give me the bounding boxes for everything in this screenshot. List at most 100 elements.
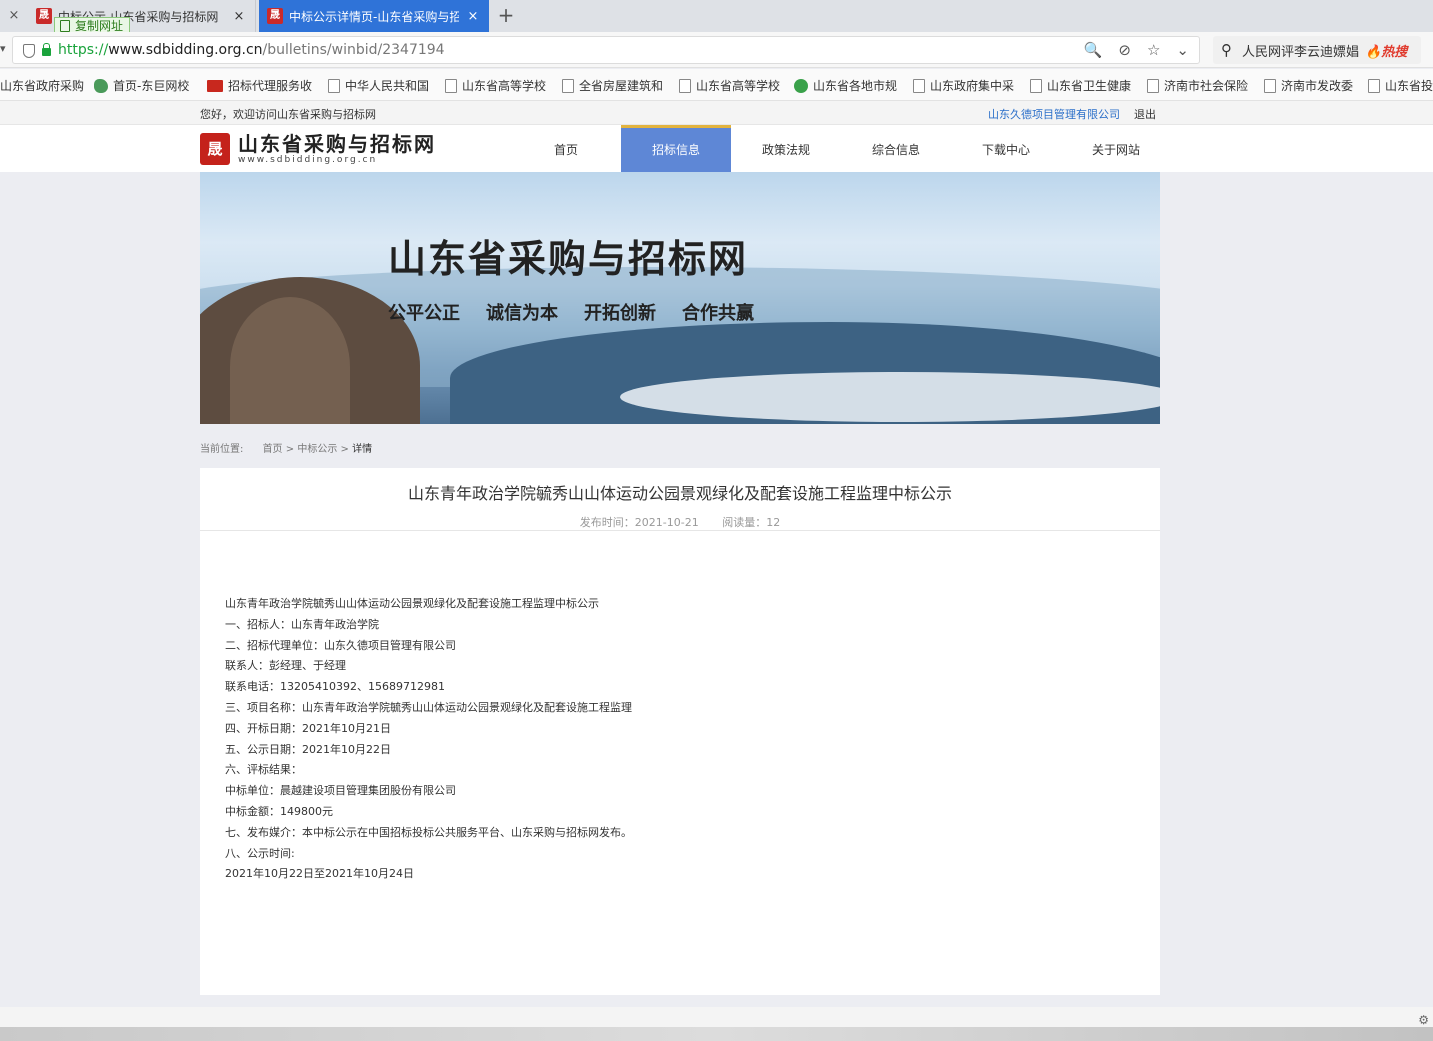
breadcrumb-bulletins[interactable]: 中标公示 <box>297 444 337 455</box>
article-line: 八、公示时间: <box>225 846 295 860</box>
page-icon <box>679 78 691 93</box>
back-icon[interactable]: ▾ <box>0 42 8 55</box>
nav-downloads[interactable]: 下载中心 <box>951 125 1061 172</box>
url-text[interactable]: https://www.sdbidding.org.cn/bulletins/w… <box>58 42 445 58</box>
article-line: 联系人：彭经理、于经理 <box>225 659 346 673</box>
article-meta: 发布时间：2021-10-21 阅读量：12 <box>200 514 1160 530</box>
close-tab-icon[interactable]: × <box>231 9 247 24</box>
breadcrumb-separator: > <box>340 444 349 455</box>
article-body: 山东青年政治学院毓秀山山体运动公园景观绿化及配套设施工程监理中标公示 一、招标人… <box>225 594 1125 885</box>
search-icon: ⚲ <box>1221 41 1232 59</box>
settings-gear-icon[interactable]: ⚙ <box>1418 1013 1429 1027</box>
bookmark-item[interactable]: 山东省各地市规 <box>794 77 897 94</box>
bottom-band <box>0 1027 1433 1041</box>
bookmark-item[interactable]: 济南市社会保险 <box>1147 77 1248 94</box>
hero-banner: 山东省采购与招标网 公平公正 诚信为本 开拓创新 合作共赢 <box>200 172 1160 424</box>
page-icon <box>913 78 925 93</box>
bookmark-favicon-icon <box>207 79 223 92</box>
slogan: 开拓创新 <box>584 303 656 324</box>
slogan: 公平公正 <box>388 303 460 324</box>
bookmark-favicon-icon <box>94 78 108 93</box>
article-title: 山东青年政治学院毓秀山山体运动公园景观绿化及配套设施工程监理中标公示 <box>407 484 952 503</box>
article-line: 七、发布媒介：本中标公示在中国招标投标公共服务平台、山东采购与招标网发布。 <box>225 825 632 839</box>
banner-clouds <box>620 372 1160 422</box>
copy-icon <box>60 20 70 32</box>
nav-home[interactable]: 首页 <box>511 125 621 172</box>
page-icon <box>445 78 457 93</box>
breadcrumb-label: 当前位置: <box>200 444 244 455</box>
article-line: 中标单位：晨越建设项目管理集团股份有限公司 <box>225 784 456 798</box>
site-favicon-icon: 晟 <box>36 8 52 24</box>
logout-link[interactable]: 退出 <box>1134 106 1156 122</box>
page-icon <box>328 78 340 93</box>
bookmark-item[interactable]: 济南市发改委 <box>1264 77 1353 94</box>
nav-general-info[interactable]: 综合信息 <box>841 125 951 172</box>
breadcrumb-separator: > <box>285 444 295 455</box>
chevron-down-icon[interactable]: ⌄ <box>1176 41 1189 59</box>
banner-title: 山东省采购与招标网 <box>388 236 749 281</box>
bookmark-item[interactable]: 首页-东巨网校 <box>94 77 189 94</box>
page-icon <box>1368 78 1380 93</box>
tab-title: 中标公示详情页-山东省采购与招 <box>289 9 459 24</box>
url-field[interactable]: https://www.sdbidding.org.cn/bulletins/w… <box>12 36 1200 64</box>
bookmark-item[interactable]: 山东省投 <box>1368 77 1433 94</box>
tab-close-icon[interactable]: × <box>0 0 28 32</box>
site-header: 晟 山东省采购与招标网 www.sdbidding.org.cn 首页 招标信息… <box>0 125 1433 172</box>
site-top-bar: 您好，欢迎访问山东省采购与招标网 山东久德项目管理有限公司 退出 <box>0 101 1433 125</box>
compat-mode-icon[interactable]: ⊘ <box>1118 41 1131 59</box>
logo-emblem-icon: 晟 <box>200 133 230 165</box>
copy-url-label: 复制网址 <box>75 19 124 33</box>
search-suggestion: 人民网评李云迪嫖娼 <box>1242 44 1360 60</box>
breadcrumb-home[interactable]: 首页 <box>263 444 283 455</box>
browser-tab-detail[interactable]: 晟 中标公示详情页-山东省采购与招 × <box>259 0 489 32</box>
bookmark-item[interactable]: 全省房屋建筑和 <box>562 77 663 94</box>
article-line: 四、开标日期：2021年10月21日 <box>225 721 391 735</box>
page-icon <box>1030 78 1042 93</box>
publish-time: 发布时间：2021-10-21 <box>579 516 699 529</box>
nav-about[interactable]: 关于网站 <box>1061 125 1171 172</box>
article-line: 三、项目名称：山东青年政治学院毓秀山山体运动公园景观绿化及配套设施工程监理 <box>225 700 632 714</box>
article-line: 中标金额：149800元 <box>225 804 333 818</box>
close-tab-icon[interactable]: × <box>465 9 481 24</box>
logo-title: 山东省采购与招标网 <box>238 132 436 156</box>
bookmark-favicon-icon <box>794 78 808 93</box>
article-line: 山东青年政治学院毓秀山山体运动公园景观绿化及配套设施工程监理中标公示 <box>225 597 599 610</box>
bookmark-item[interactable]: 中华人民共和国 <box>328 77 429 94</box>
browser-tab-bar: × 晟 中标公示-山东省采购与招标网 × 晟 中标公示详情页-山东省采购与招 ×… <box>0 0 1433 35</box>
breadcrumb-current: 详情 <box>352 444 373 455</box>
hot-search-badge[interactable]: 🔥热搜 <box>1365 41 1407 60</box>
new-tab-button[interactable]: + <box>495 0 517 32</box>
favorite-star-icon[interactable]: ☆ <box>1147 41 1160 59</box>
browser-search-box[interactable]: ⚲ 人民网评李云迪嫖娼 🔥热搜 <box>1213 36 1421 64</box>
slogan: 诚信为本 <box>486 303 558 324</box>
slogan: 合作共赢 <box>682 303 754 324</box>
bookmark-item[interactable]: 山东省卫生健康 <box>1030 77 1131 94</box>
bookmark-item[interactable]: 山东省政府采购 <box>0 77 84 94</box>
address-bar: ▾ https://www.sdbidding.org.cn/bulletins… <box>0 32 1433 68</box>
article-panel: 山东青年政治学院毓秀山山体运动公园景观绿化及配套设施工程监理中标公示 发布时间：… <box>200 468 1160 995</box>
bookmark-item[interactable]: 山东省高等学校 <box>679 77 780 94</box>
shield-icon[interactable] <box>23 44 35 58</box>
nav-tender-info[interactable]: 招标信息 <box>621 125 731 172</box>
article-line: 二、招标代理单位：山东久德项目管理有限公司 <box>225 638 456 652</box>
page-icon <box>1147 78 1159 93</box>
banner-slogans: 公平公正 诚信为本 开拓创新 合作共赢 <box>388 299 754 325</box>
user-company-link[interactable]: 山东久德项目管理有限公司 <box>988 106 1120 122</box>
bookmark-item[interactable]: 山东政府集中采 <box>913 77 1014 94</box>
bookmark-item[interactable]: 招标代理服务收 <box>207 77 312 94</box>
breadcrumb: 当前位置: 首页 > 中标公示 > 详情 <box>200 440 372 455</box>
article-line: 2021年10月22日至2021年10月24日 <box>225 867 414 881</box>
welcome-text: 您好，欢迎访问山东省采购与招标网 <box>200 108 376 121</box>
site-favicon-icon: 晟 <box>267 8 283 24</box>
page-icon <box>562 78 574 93</box>
logo-domain: www.sdbidding.org.cn <box>238 155 378 165</box>
bookmark-item[interactable]: 山东省高等学校 <box>445 77 546 94</box>
zoom-icon[interactable]: 🔍 <box>1084 41 1103 59</box>
view-count: 阅读量：12 <box>722 516 781 529</box>
article-line: 五、公示日期：2021年10月22日 <box>225 742 391 756</box>
nav-policy[interactable]: 政策法规 <box>731 125 841 172</box>
site-logo[interactable]: 晟 山东省采购与招标网 www.sdbidding.org.cn <box>200 133 436 165</box>
lock-icon <box>42 43 51 56</box>
article-line: 联系电话：13205410392、15689712981 <box>225 680 445 694</box>
article-line: 一、招标人：山东青年政治学院 <box>225 617 379 631</box>
